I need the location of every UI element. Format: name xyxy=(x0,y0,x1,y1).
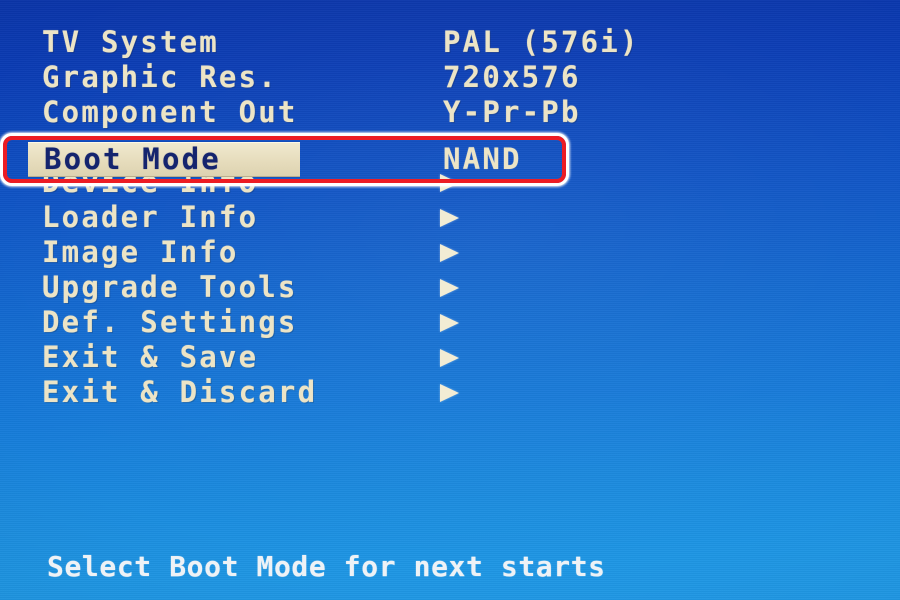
red-annotation-box xyxy=(3,136,566,183)
menu-row[interactable]: Exit & Save xyxy=(0,340,900,375)
chevron-right-icon xyxy=(440,314,459,332)
menu-row-label: Upgrade Tools xyxy=(42,270,298,304)
chevron-right-icon xyxy=(440,384,459,402)
menu-row[interactable]: Exit & Discard xyxy=(0,375,900,410)
menu-row-label: Loader Info xyxy=(42,200,259,234)
chevron-right-icon xyxy=(440,349,459,367)
menu-row-label: Component Out xyxy=(42,95,298,129)
menu-row-value[interactable]: Y-Pr-Pb xyxy=(443,95,581,130)
menu-row[interactable]: Graphic Res. 720x576 xyxy=(0,60,900,95)
menu-row-label: TV System xyxy=(42,25,219,59)
menu-row-label: Graphic Res. xyxy=(42,60,278,94)
footer-hint-text: Select Boot Mode for next starts xyxy=(47,550,606,583)
menu-row-label: Image Info xyxy=(42,235,239,269)
menu-row[interactable]: TV System PAL (576i) xyxy=(0,25,900,60)
menu-row[interactable]: Image Info xyxy=(0,235,900,270)
menu-row-label: Exit & Save xyxy=(42,340,259,374)
menu-row-value[interactable]: 720x576 xyxy=(443,60,581,95)
chevron-right-icon xyxy=(440,279,459,297)
menu-row[interactable]: Def. Settings xyxy=(0,305,900,340)
menu-row-label: Def. Settings xyxy=(42,305,298,339)
chevron-right-icon xyxy=(440,244,459,262)
menu-row[interactable]: Upgrade Tools xyxy=(0,270,900,305)
menu-row-label: Exit & Discard xyxy=(42,375,318,409)
menu-row-value[interactable]: PAL (576i) xyxy=(443,25,640,60)
menu-row[interactable]: Loader Info xyxy=(0,200,900,235)
chevron-right-icon xyxy=(440,209,459,227)
menu-row[interactable]: Component Out Y-Pr-Pb xyxy=(0,95,900,130)
bootloader-screen: TV System PAL (576i) Graphic Res. 720x576 Co… xyxy=(0,0,900,600)
